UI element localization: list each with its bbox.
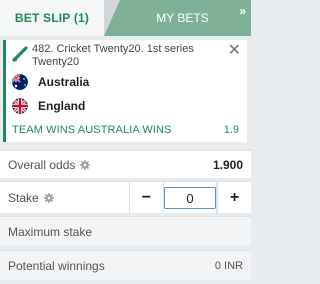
gear-icon[interactable] <box>43 192 54 203</box>
tab-my-bets-label: MY BETS <box>156 11 209 25</box>
stake-decrease-button[interactable]: − <box>129 182 163 214</box>
betslip-tabs: BET SLIP (1) MY BETS » <box>0 0 251 36</box>
expand-icon[interactable]: » <box>239 4 246 18</box>
team1-name: Australia <box>38 75 90 89</box>
event-title: 482. Cricket Twenty20. 1st series Twenty… <box>32 43 194 68</box>
stake-label: Stake <box>8 190 39 205</box>
overall-odds-row: Overall odds 1.900 <box>0 150 251 178</box>
team-england: England <box>12 98 85 114</box>
team2-name: England <box>38 99 86 113</box>
stake-increase-button[interactable]: + <box>217 182 251 214</box>
team-australia: Australia <box>12 74 89 90</box>
bet-selection-card: 482. Cricket Twenty20. 1st series Twenty… <box>3 40 247 142</box>
stake-input-wrapper <box>162 182 218 214</box>
potential-winnings-value: 0 INR <box>214 259 243 272</box>
pencil-icon <box>12 46 28 62</box>
gear-icon[interactable] <box>80 159 91 170</box>
stake-stepper: − + <box>129 182 251 214</box>
tab-my-bets[interactable]: MY BETS » <box>104 0 251 36</box>
selection-odd: 1.9 <box>223 124 239 136</box>
stake-input[interactable] <box>164 187 216 209</box>
tab-bet-slip[interactable]: BET SLIP (1) <box>0 0 104 36</box>
australia-flag-icon <box>12 74 28 90</box>
overall-odds-label: Overall odds <box>8 157 76 172</box>
stake-row: Stake − + <box>0 181 251 214</box>
close-icon[interactable]: ✕ <box>228 43 241 59</box>
maximum-stake-label: Maximum stake <box>8 224 93 239</box>
market-label: TEAM WINS AUSTRALIA WINS <box>12 124 172 136</box>
potential-winnings-label: Potential winnings <box>8 258 105 273</box>
potential-winnings-row: Potential winnings 0 INR <box>0 250 251 280</box>
maximum-stake-row[interactable]: Maximum stake <box>0 216 251 246</box>
overall-odds-value: 1.900 <box>212 157 243 172</box>
england-flag-icon <box>12 98 28 114</box>
